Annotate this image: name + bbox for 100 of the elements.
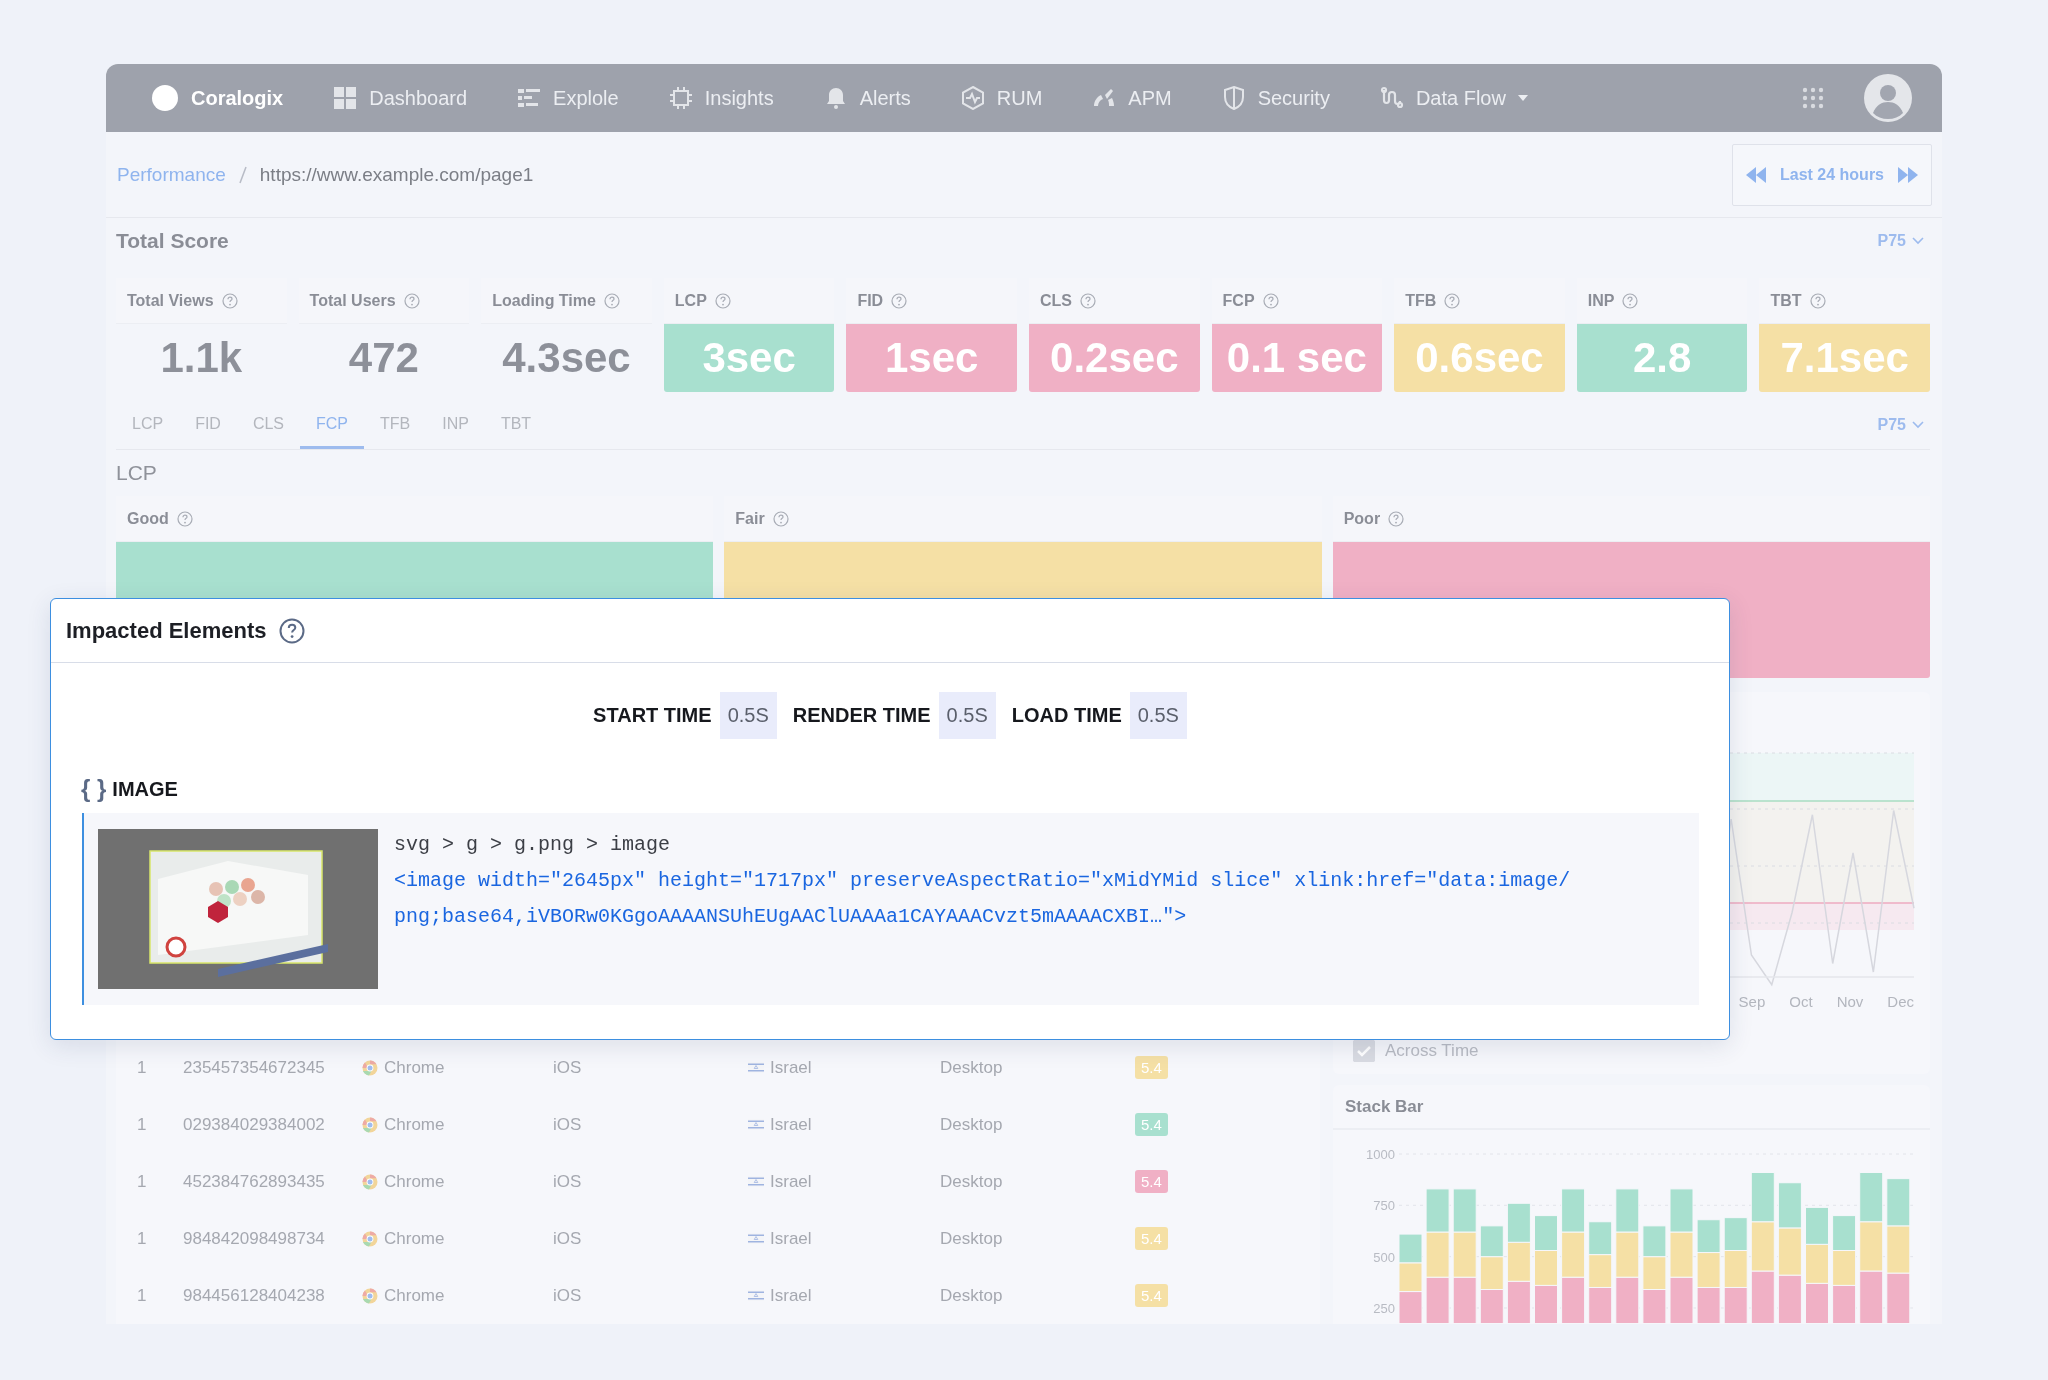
nav-item[interactable]: Security	[1221, 86, 1330, 110]
grid-icon	[333, 86, 358, 110]
axis-tick-label: 1000	[1366, 1147, 1395, 1162]
percentile-dropdown[interactable]: P75	[1877, 232, 1930, 250]
score-badge: 5.4	[1135, 1056, 1168, 1079]
bar-segment	[1398, 1262, 1423, 1293]
table-cell-text: Desktop	[940, 1285, 1004, 1306]
nav-item[interactable]: Dashboard	[333, 86, 468, 110]
checkbox[interactable]	[1353, 1040, 1375, 1062]
metric-tab[interactable]: TFB	[364, 401, 427, 449]
code-braces-icon: { }	[81, 775, 107, 803]
metric-tab[interactable]: FID	[179, 401, 237, 449]
bar-segment	[1696, 1252, 1721, 1288]
hexagon-icon	[960, 86, 985, 110]
table-cell-text: 984456128404238	[183, 1285, 326, 1306]
nav-item[interactable]: APM	[1092, 86, 1172, 110]
chevron-down-icon	[1912, 237, 1924, 245]
metric-tab[interactable]: FCP	[300, 401, 365, 449]
bars-icon	[517, 86, 542, 110]
breadcrumb-item: https://www.example.com/page1	[259, 163, 534, 186]
metric-value: 1sec	[846, 324, 1017, 392]
bar-segment	[1669, 1231, 1694, 1278]
metric-value: 0.2sec	[1029, 324, 1200, 392]
browser-icon	[362, 1230, 378, 1247]
nav-item[interactable]: Explole	[517, 86, 619, 110]
metric-value: 0.6sec	[1394, 324, 1565, 392]
flag-icon	[748, 1119, 764, 1130]
metric-value: 7.1sec	[1759, 324, 1930, 392]
bar-segment	[1859, 1221, 1884, 1272]
chip-icon	[668, 86, 693, 110]
metric-tab[interactable]: LCP	[116, 401, 180, 449]
table-cell: Israel	[770, 1228, 812, 1249]
bar-segment	[1832, 1250, 1857, 1286]
timing-label: RENDER TIME	[792, 704, 931, 727]
table-cell: Chrome	[384, 1285, 445, 1306]
metric-label: Total Users	[309, 291, 396, 310]
bar-segment	[1452, 1231, 1477, 1278]
bar-segment	[1805, 1206, 1829, 1245]
axis-label: Sep	[1738, 993, 1766, 1010]
bar-segment	[1534, 1215, 1558, 1251]
breadcrumb-item[interactable]: Performance	[117, 163, 226, 186]
metric-label: TFB	[1405, 291, 1437, 310]
bar-segment	[1832, 1215, 1857, 1251]
metric-value: 1.1k	[159, 333, 244, 383]
table-cell-text: 1	[137, 1171, 148, 1192]
bar-segment	[1425, 1188, 1450, 1233]
axis-label: Nov	[1836, 993, 1864, 1010]
percentile-dropdown[interactable]: P75	[1877, 416, 1930, 434]
bar-segment	[1723, 1250, 1748, 1288]
table-cell: Chrome	[384, 1114, 445, 1135]
metric-value: 4.3sec	[501, 333, 632, 383]
bucket-label: Good	[127, 509, 169, 528]
bucket-label: Fair	[735, 509, 765, 528]
popup-title: Impacted Elements	[66, 617, 267, 644]
bar-segment	[1588, 1221, 1613, 1256]
metric-value: 2.8	[1576, 324, 1748, 392]
axis-tick-label: 250	[1373, 1300, 1395, 1316]
bar-segment	[1723, 1217, 1748, 1251]
help-icon[interactable]	[278, 617, 305, 644]
bar-segment	[1669, 1188, 1694, 1233]
bar-segment	[1534, 1250, 1558, 1286]
timing-label: START TIME	[593, 704, 712, 727]
bar-segment	[1479, 1256, 1504, 1290]
nav-item[interactable]: Alerts	[823, 86, 911, 110]
bar-segment	[1615, 1231, 1640, 1278]
metric-tab[interactable]: TBT	[484, 401, 548, 449]
section-title: Total Score	[116, 229, 229, 253]
flag-icon	[748, 1233, 764, 1244]
metric-label: Loading Time	[492, 291, 596, 310]
nav-item[interactable]: Data Flow	[1379, 86, 1528, 110]
nav-item[interactable]: RUM	[960, 86, 1043, 110]
chevron-down-icon	[1912, 421, 1924, 429]
rewind-icon	[1746, 166, 1766, 183]
table-cell: Chrome	[384, 1228, 445, 1249]
apps-icon[interactable]	[1802, 87, 1824, 109]
shield-icon	[1221, 86, 1246, 110]
flow-icon	[1379, 86, 1404, 110]
logo-icon	[151, 84, 179, 112]
avatar-icon[interactable]	[1864, 74, 1912, 122]
code-line: <image width="2645px" height="1717px" preserveAspectRatio="xMidYMid slice" xlink:href="data:image/	[394, 868, 1571, 894]
bucket-label: Poor	[1343, 509, 1381, 528]
table-cell: Israel	[770, 1057, 812, 1078]
table-cell-text: Desktop	[940, 1171, 1004, 1192]
table-cell: Chrome	[384, 1171, 445, 1192]
time-range-button[interactable]: Last 24 hours	[1732, 143, 1932, 206]
timing-value: 0.5S	[719, 692, 777, 739]
metric-tab[interactable]: INP	[426, 401, 485, 449]
table-cell: Israel	[770, 1114, 812, 1135]
bar-segment	[1777, 1182, 1802, 1229]
breadcrumb-separator-icon	[237, 164, 248, 185]
bar-segment	[1425, 1231, 1450, 1278]
table-cell-text: 029384029384002	[183, 1114, 326, 1135]
metric-tab[interactable]: CLS	[236, 401, 301, 449]
table-cell-text: 1	[137, 1285, 148, 1306]
table-cell-text: 235457354672345	[183, 1057, 326, 1078]
bar-segment	[1506, 1202, 1531, 1243]
logo-text[interactable]: Coralogix	[191, 86, 284, 110]
axis-tick-label: 750	[1373, 1198, 1395, 1214]
fast-forward-icon	[1898, 166, 1918, 183]
nav-item[interactable]: Insights	[668, 86, 774, 110]
